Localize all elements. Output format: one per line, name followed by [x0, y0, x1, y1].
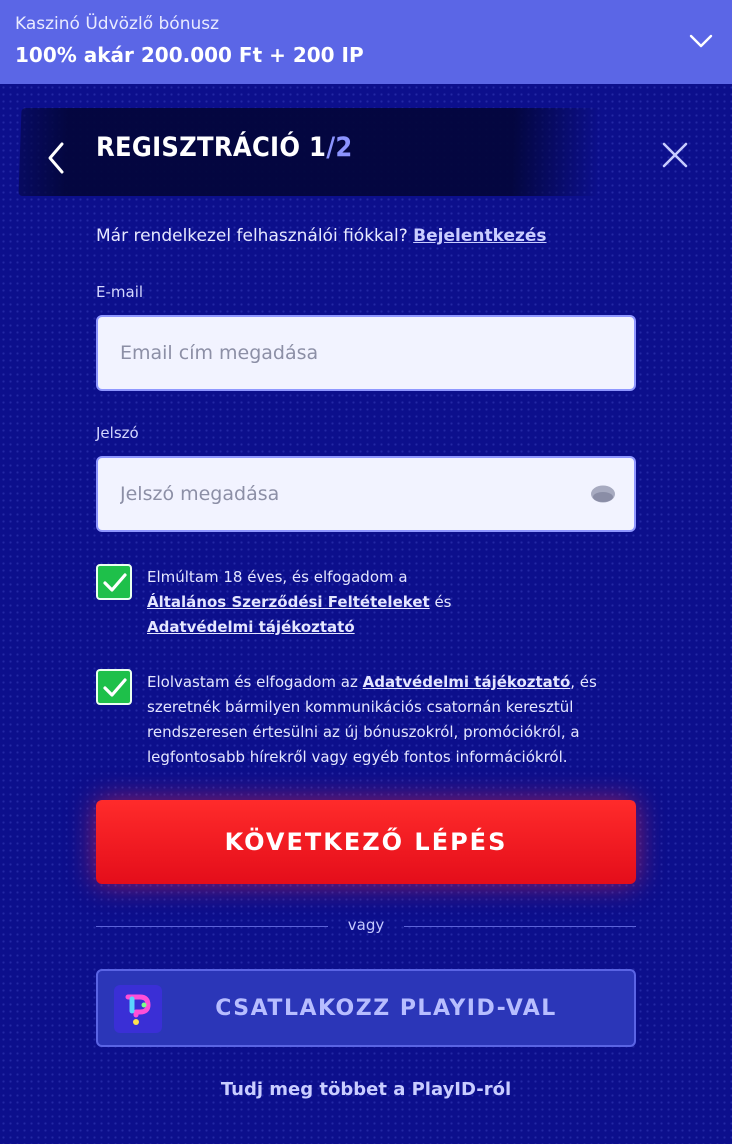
playid-button[interactable]: CSATLAKOZZ PLAYID-VAL	[96, 969, 636, 1047]
age-terms-and: és	[434, 593, 452, 611]
promo-value: 100% akár 200.000 Ft + 200 IP	[15, 43, 364, 67]
playid-learn-more-link[interactable]: Tudj meg többet a PlayID-ról	[0, 1079, 732, 1100]
title-text: REGISZTRÁCIÓ 1	[96, 132, 327, 163]
checkmark-icon	[103, 573, 127, 592]
next-step-button[interactable]: KÖVETKEZŐ LÉPÉS	[96, 800, 636, 884]
step-separator: /	[326, 132, 336, 163]
step-total: 2	[335, 132, 353, 163]
marketing-prefix: Elolvastam és elfogadom az	[147, 673, 358, 691]
eye-icon[interactable]	[590, 484, 616, 504]
terms-link[interactable]: Általános Szerződési Feltételeket	[147, 593, 430, 611]
email-field[interactable]	[120, 317, 590, 389]
marketing-privacy-link[interactable]: Adatvédelmi tájékoztató	[363, 673, 571, 691]
email-label: E-mail	[96, 283, 144, 301]
login-prompt-text: Már rendelkezel felhasználói fiókkal?	[96, 226, 408, 246]
email-field-wrapper	[96, 315, 636, 391]
privacy-link[interactable]: Adatvédelmi tájékoztató	[147, 618, 355, 636]
login-prompt: Már rendelkezel felhasználói fiókkal? Be…	[96, 226, 547, 246]
checkmark-icon	[103, 678, 127, 697]
playid-label: CSATLAKOZZ PLAYID-VAL	[215, 995, 557, 1021]
login-link[interactable]: Bejelentkezés	[413, 226, 546, 246]
promo-banner[interactable]: Kaszinó Üdvözlő bónusz 100% akár 200.000…	[0, 0, 732, 84]
chevron-down-icon[interactable]	[688, 28, 714, 54]
password-label: Jelszó	[96, 424, 139, 442]
age-terms-text: Elmúltam 18 éves, és elfogadom a Általán…	[147, 565, 627, 640]
password-field[interactable]	[120, 458, 590, 530]
marketing-text: Elolvastam és elfogadom az Adatvédelmi t…	[147, 670, 627, 770]
marketing-checkbox[interactable]	[96, 669, 132, 705]
password-field-wrapper	[96, 456, 636, 532]
promo-label: Kaszinó Üdvözlő bónusz	[15, 14, 220, 34]
back-arrow-icon[interactable]	[40, 138, 72, 178]
divider-left	[96, 926, 328, 927]
age-terms-prefix: Elmúltam 18 éves, és elfogadom a	[147, 568, 408, 586]
age-terms-checkbox[interactable]	[96, 564, 132, 600]
close-icon[interactable]	[660, 140, 690, 170]
divider-text: vagy	[347, 916, 385, 934]
divider-right	[404, 926, 636, 927]
page-title: REGISZTRÁCIÓ 1/2	[96, 132, 353, 163]
